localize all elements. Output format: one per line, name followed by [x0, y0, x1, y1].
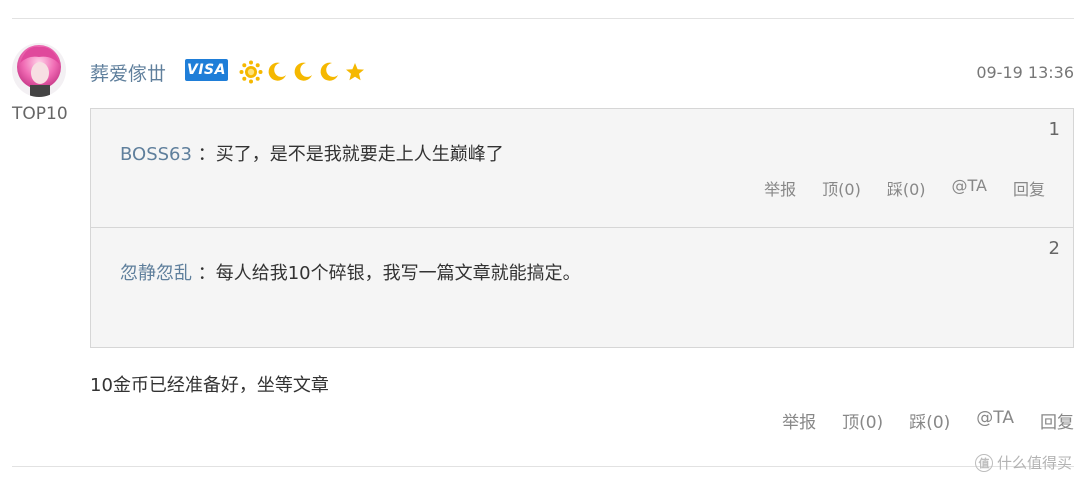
reply-button[interactable]: 回复	[1040, 408, 1074, 433]
quote-author-link[interactable]: BOSS63	[120, 144, 192, 165]
visa-badge: VISA	[185, 59, 228, 81]
upvote-button[interactable]: 顶(0)	[842, 408, 883, 433]
floor-number: 2	[1048, 238, 1060, 259]
quote-content: 忽静忽乱 ：每人给我10个碎银，我写一篇文章就能搞定。	[120, 259, 581, 285]
mention-button[interactable]: @TA	[976, 408, 1014, 433]
quote-item: 1 BOSS63 ：买了，是不是我就要走上人生巅峰了 举报 顶(0) 踩(0) …	[91, 109, 1073, 228]
watermark: 值 什么值得买	[974, 452, 1072, 473]
report-button[interactable]: 举报	[764, 176, 796, 200]
watermark-logo-icon: 值	[974, 453, 993, 472]
star-icon	[343, 60, 367, 84]
floor-number: 1	[1048, 119, 1060, 140]
reply-button[interactable]: 回复	[1013, 176, 1045, 200]
quote-author-link[interactable]: 忽静忽乱	[120, 263, 192, 284]
avatar[interactable]	[12, 43, 66, 97]
downvote-button[interactable]: 踩(0)	[909, 408, 950, 433]
rank-label: TOP10	[12, 104, 68, 124]
user-level	[239, 59, 367, 85]
quote-separator: ：	[192, 263, 216, 284]
comment-text: 10金币已经准备好，坐等文章	[90, 375, 329, 396]
mention-button[interactable]: @TA	[952, 176, 987, 200]
upvote-button[interactable]: 顶(0)	[822, 176, 861, 200]
comment-timestamp: 09-19 13:36	[976, 63, 1074, 82]
quote-actions: 举报 顶(0) 踩(0) @TA 回复	[764, 176, 1045, 200]
sun-icon	[239, 60, 263, 84]
quote-item: 2 忽静忽乱 ：每人给我10个碎银，我写一篇文章就能搞定。	[91, 228, 1073, 347]
moon-icon	[265, 60, 289, 84]
moon-icon	[291, 60, 315, 84]
quote-text: 买了，是不是我就要走上人生巅峰了	[215, 144, 504, 165]
quote-separator: ：	[191, 144, 216, 165]
quoted-replies: 1 BOSS63 ：买了，是不是我就要走上人生巅峰了 举报 顶(0) 踩(0) …	[90, 108, 1074, 348]
comment-actions: 举报 顶(0) 踩(0) @TA 回复	[782, 408, 1074, 433]
watermark-text: 什么值得买	[996, 454, 1072, 472]
top-divider	[12, 18, 1074, 19]
report-button[interactable]: 举报	[782, 408, 816, 433]
downvote-button[interactable]: 踩(0)	[887, 176, 926, 200]
quote-text: 每人给我10个碎银，我写一篇文章就能搞定。	[215, 263, 581, 284]
quote-content: BOSS63 ：买了，是不是我就要走上人生巅峰了	[120, 140, 504, 166]
username-link[interactable]: 葬爱傢丗	[90, 59, 166, 86]
moon-icon	[317, 60, 341, 84]
bottom-divider	[12, 466, 1074, 467]
